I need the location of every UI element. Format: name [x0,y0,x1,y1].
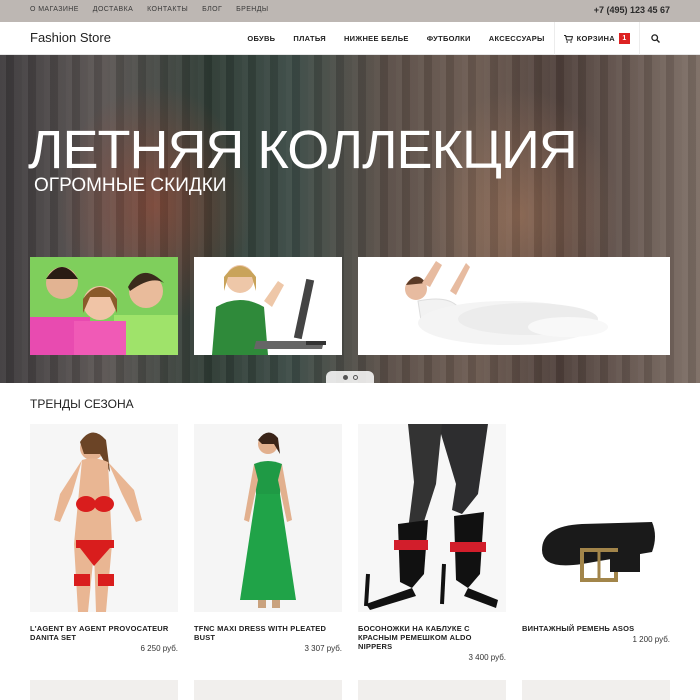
product-card[interactable]: БОСОНОЖКИ НА КАБЛУКЕ С КРАСНЫМ РЕМЕШКОМ … [358,424,506,662]
utility-link-delivery[interactable]: ДОСТАВКА [93,6,133,13]
product-image-belt[interactable] [522,424,670,612]
utility-link-about[interactable]: О МАГАЗИНЕ [30,6,79,13]
hero-banner-dancer-photo[interactable] [358,257,670,355]
friends-photo-image [30,257,178,355]
product-card[interactable]: L'AGENT BY AGENT PROVOCATEUR DANITA SET … [30,424,178,653]
product-image-next-row[interactable] [358,680,506,700]
slider-dot-2[interactable] [352,374,358,380]
dancer-photo-image [358,257,670,355]
product-image-next-row[interactable] [194,680,342,700]
product-card[interactable]: ВИНТАЖНЫЙ РЕМЕНЬ ASOS 1 200 руб. [522,424,670,644]
hero-subtitle: ОГРОМНЫЕ СКИДКИ [34,175,227,196]
product-image-next-row[interactable] [30,680,178,700]
hero-banner-office-photo[interactable] [194,257,342,355]
cart-count-badge: 1 [619,33,630,44]
utility-link-contacts[interactable]: КОНТАКТЫ [147,6,188,13]
nav-item-dresses[interactable]: ПЛАТЬЯ [284,22,335,55]
product-name[interactable]: L'AGENT BY AGENT PROVOCATEUR DANITA SET [30,624,178,642]
nav-item-tshirts[interactable]: ФУТБОЛКИ [418,22,480,55]
cart-icon [563,34,573,43]
product-price: 1 200 руб. [632,635,671,644]
slider-dot-1[interactable] [342,374,348,380]
utility-links: О МАГАЗИНЕ ДОСТАВКА КОНТАКТЫ БЛОГ БРЕНДЫ [30,6,268,13]
product-image-green-dress[interactable] [194,424,342,612]
cart-label: КОРЗИНА [576,34,615,43]
product-image-sandals[interactable] [358,424,506,612]
main-nav: ОБУВЬ ПЛАТЬЯ НИЖНЕЕ БЕЛЬЕ ФУТБОЛКИ АКСЕС… [238,22,670,55]
product-card[interactable]: TFNC MAXI DRESS WITH PLEATED BUST 3 307 … [194,424,342,653]
search-icon [650,34,660,43]
phone-number: +7 (495) 123 45 67 [593,5,670,15]
product-price: 6 250 руб. [140,644,179,653]
product-name[interactable]: БОСОНОЖКИ НА КАБЛУКЕ С КРАСНЫМ РЕМЕШКОМ … [358,624,506,651]
section-title-trends: ТРЕНДЫ СЕЗОНА [30,397,134,411]
site-header: Fashion Store ОБУВЬ ПЛАТЬЯ НИЖНЕЕ БЕЛЬЕ … [0,22,700,55]
utility-link-blog[interactable]: БЛОГ [202,6,222,13]
hero-banner-friends-photo[interactable] [30,257,178,355]
product-image-next-row[interactable] [522,680,670,700]
nav-item-lingerie[interactable]: НИЖНЕЕ БЕЛЬЕ [335,22,418,55]
site-logo[interactable]: Fashion Store [30,30,111,45]
product-price: 3 307 руб. [304,644,343,653]
nav-item-shoes[interactable]: ОБУВЬ [238,22,284,55]
hero-slider: ЛЕТНЯЯ КОЛЛЕКЦИЯ ОГРОМНЫЕ СКИДКИ [0,55,700,383]
product-name[interactable]: ВИНТАЖНЫЙ РЕМЕНЬ ASOS [522,624,670,633]
product-name[interactable]: TFNC MAXI DRESS WITH PLEATED BUST [194,624,342,642]
top-utility-bar: О МАГАЗИНЕ ДОСТАВКА КОНТАКТЫ БЛОГ БРЕНДЫ… [0,0,700,22]
nav-item-accessories[interactable]: АКСЕССУАРЫ [480,22,554,55]
utility-link-brands[interactable]: БРЕНДЫ [236,6,268,13]
search-button[interactable] [640,22,670,55]
product-image-lingerie[interactable] [30,424,178,612]
office-photo-image [194,257,342,355]
hero-title: ЛЕТНЯЯ КОЛЛЕКЦИЯ [28,120,578,180]
cart-button[interactable]: КОРЗИНА 1 [555,22,639,55]
slider-pagination [326,371,374,383]
product-price: 3 400 руб. [468,653,507,662]
